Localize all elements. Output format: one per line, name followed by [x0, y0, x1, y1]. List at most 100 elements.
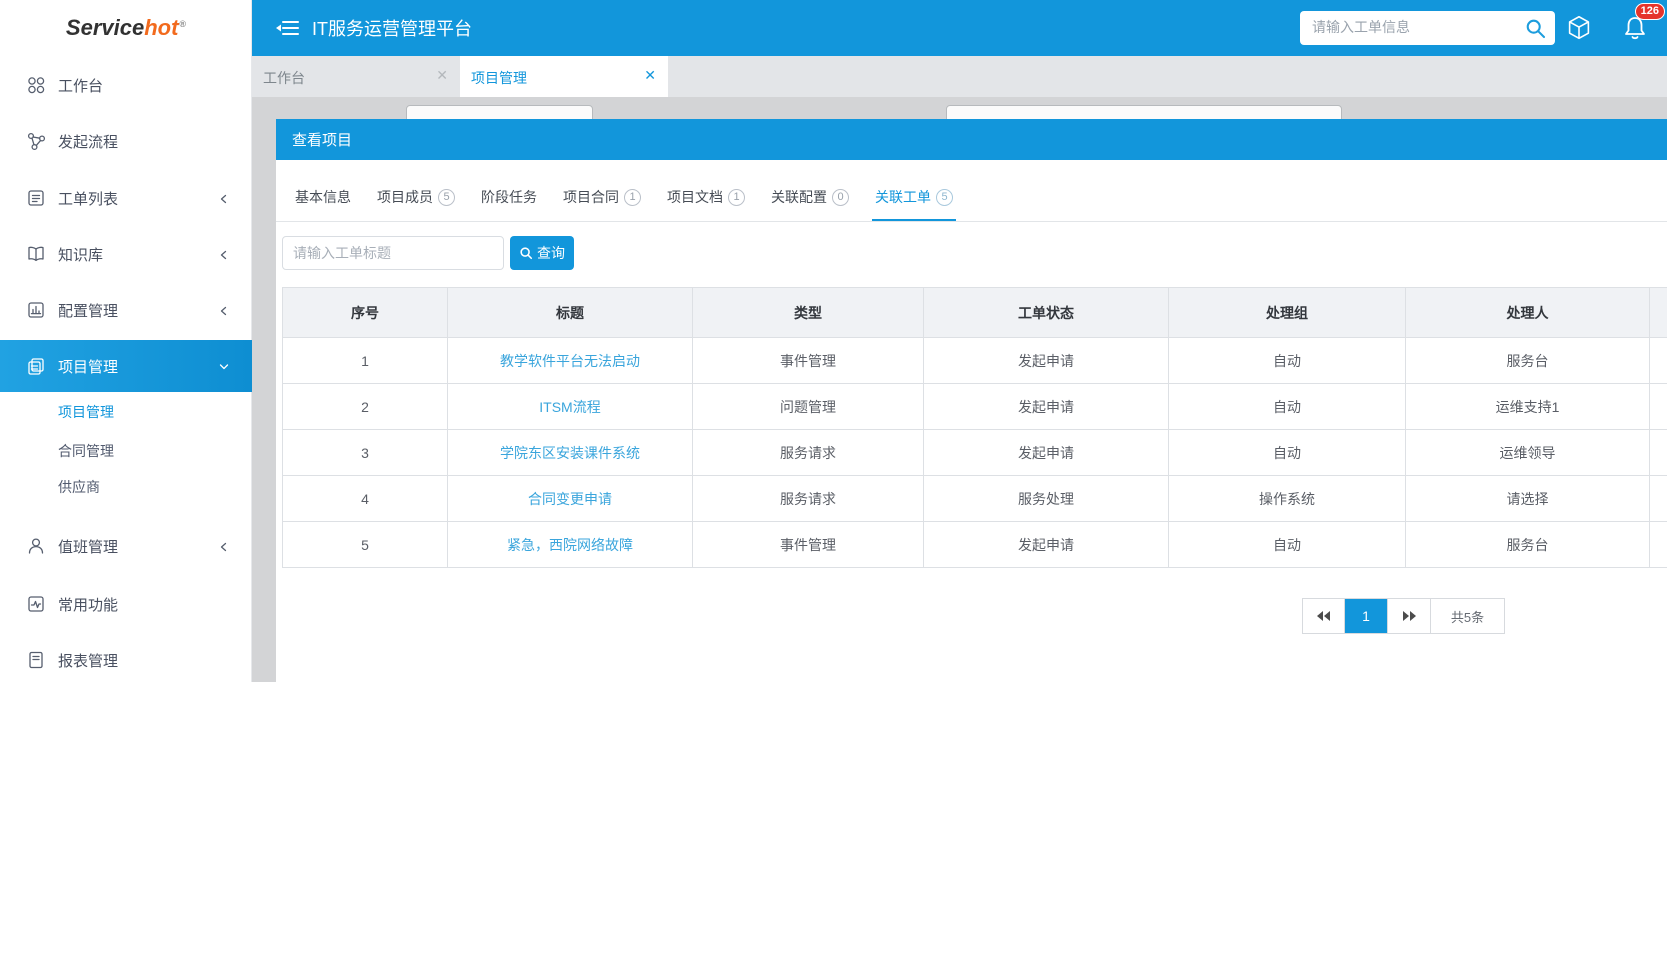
col-header-type: 类型 [693, 288, 924, 338]
close-icon[interactable]: ✕ [436, 67, 448, 84]
sidebar-item-ticket-list[interactable]: 工单列表 [0, 178, 252, 218]
col-header-handler: 处理人 [1406, 288, 1650, 338]
tab-label: 项目成员 [377, 187, 433, 207]
pagination-first-button[interactable] [1302, 598, 1345, 634]
tab-count-badge: 1 [728, 189, 745, 206]
search-icon [519, 246, 533, 260]
search-icon[interactable] [1523, 16, 1547, 40]
cell-status: 发起申请 [924, 430, 1169, 476]
view-project-modal: 查看项目 基本信息 项目成员 5 阶段任务 项目合同 1 项目文档 1 [276, 119, 1667, 682]
tab-project-contracts[interactable]: 项目合同 1 [560, 187, 644, 221]
grid-icon [26, 75, 46, 95]
tab-label: 阶段任务 [481, 187, 537, 207]
sidebar-item-workbench[interactable]: 工作台 [0, 65, 252, 105]
tab-label: 项目文档 [667, 187, 723, 207]
close-icon[interactable]: ✕ [644, 67, 656, 84]
brand-logo: Servicehot® [0, 0, 252, 56]
documents-icon [26, 356, 46, 376]
tab-label: 关联配置 [771, 187, 827, 207]
cell-extra [1650, 338, 1667, 384]
pulse-icon [26, 594, 46, 614]
ticket-title-link[interactable]: 教学软件平台无法启动 [448, 338, 693, 384]
cell-index: 2 [283, 384, 448, 430]
window-tab-label: 项目管理 [471, 68, 527, 88]
cell-handler: 请选择 [1406, 476, 1650, 522]
tab-project-members[interactable]: 项目成员 5 [374, 187, 458, 221]
cell-handle-group: 自动 [1169, 430, 1406, 476]
window-tab-workbench[interactable]: 工作台 ✕ [252, 56, 460, 97]
sidebar-item-report-management[interactable]: 报表管理 [0, 640, 252, 680]
cell-extra [1650, 384, 1667, 430]
sidebar-subitem-contract-management[interactable]: 合同管理 [0, 433, 252, 469]
sidebar-subitem-project-management[interactable]: 项目管理 [0, 394, 252, 430]
col-header-extra [1650, 288, 1667, 338]
tab-related-tickets[interactable]: 关联工单 5 [872, 187, 956, 221]
sidebar-subitem-supplier[interactable]: 供应商 [0, 469, 252, 505]
sidebar-item-knowledge-base[interactable]: 知识库 [0, 234, 252, 274]
sidebar-item-start-flow[interactable]: 发起流程 [0, 121, 252, 161]
logo-text-service: Service [66, 15, 144, 40]
modal-tabs: 基本信息 项目成员 5 阶段任务 项目合同 1 项目文档 1 关联配置 0 [276, 160, 1667, 222]
cell-status: 服务处理 [924, 476, 1169, 522]
modal-header: 查看项目 [276, 119, 1667, 160]
sidebar-subitem-label: 项目管理 [58, 402, 114, 422]
sidebar-item-common-functions[interactable]: 常用功能 [0, 584, 252, 624]
cell-index: 4 [283, 476, 448, 522]
tab-count-badge: 5 [936, 189, 953, 206]
sidebar-subitem-label: 供应商 [58, 477, 100, 497]
cell-extra [1650, 476, 1667, 522]
topbar-search-input[interactable] [1312, 11, 1502, 43]
cube-icon[interactable] [1564, 13, 1594, 43]
chevron-left-icon [218, 192, 230, 204]
ticket-title-search [282, 236, 504, 270]
menu-fold-icon[interactable] [274, 16, 300, 40]
notification-badge: 126 [1635, 3, 1665, 20]
table-row: 5 紧急，西院网络故障 事件管理 发起申请 自动 服务台 [283, 522, 1667, 568]
cell-handle-group: 操作系统 [1169, 476, 1406, 522]
cell-index: 3 [283, 430, 448, 476]
sidebar-item-label: 值班管理 [58, 536, 118, 557]
tab-phase-tasks[interactable]: 阶段任务 [478, 187, 540, 221]
ticket-title-link[interactable]: 紧急，西院网络故障 [448, 522, 693, 568]
table-row: 1 教学软件平台无法启动 事件管理 发起申请 自动 服务台 [283, 338, 1667, 384]
pagination-last-button[interactable] [1388, 598, 1431, 634]
flow-icon [26, 131, 46, 151]
tab-related-config[interactable]: 关联配置 0 [768, 187, 852, 221]
sidebar-item-label: 知识库 [58, 244, 103, 265]
sidebar-item-project-management[interactable]: 项目管理 [0, 340, 252, 392]
sidebar-item-config-management[interactable]: 配置管理 [0, 290, 252, 330]
cell-extra [1650, 522, 1667, 568]
table-row: 4 合同变更申请 服务请求 服务处理 操作系统 请选择 [283, 476, 1667, 522]
tab-label: 基本信息 [295, 187, 351, 207]
pagination: 1 共5条 [1302, 598, 1505, 634]
cell-extra [1650, 430, 1667, 476]
app-title: IT服务运营管理平台 [312, 0, 472, 56]
sidebar-item-label: 工单列表 [58, 188, 118, 209]
tab-label: 项目合同 [563, 187, 619, 207]
chevron-left-icon [218, 248, 230, 260]
sidebar-item-duty-management[interactable]: 值班管理 [0, 526, 252, 566]
pagination-page-1[interactable]: 1 [1345, 598, 1388, 634]
table-header-row: 序号 标题 类型 工单状态 处理组 处理人 [283, 288, 1667, 338]
query-button-label: 查询 [537, 243, 565, 263]
ticket-list-icon [26, 188, 46, 208]
sidebar-item-label: 项目管理 [58, 356, 118, 377]
tab-basic-info[interactable]: 基本信息 [292, 187, 354, 221]
window-tabbar: 工作台 ✕ 项目管理 ✕ [252, 56, 1667, 97]
report-icon [26, 650, 46, 670]
chevron-left-icon [218, 540, 230, 552]
ticket-title-link[interactable]: 学院东区安装课件系统 [448, 430, 693, 476]
topbar-search [1300, 11, 1555, 45]
ticket-title-link[interactable]: ITSM流程 [448, 384, 693, 430]
chevron-down-icon [218, 360, 230, 372]
sidebar-item-label: 配置管理 [58, 300, 118, 321]
sidebar-item-label: 报表管理 [58, 650, 118, 671]
col-header-title: 标题 [448, 288, 693, 338]
cell-handler: 运维领导 [1406, 430, 1650, 476]
window-tab-project-management[interactable]: 项目管理 ✕ [460, 56, 668, 97]
query-button[interactable]: 查询 [510, 236, 574, 270]
ticket-title-link[interactable]: 合同变更申请 [448, 476, 693, 522]
ticket-title-search-input[interactable] [293, 237, 493, 269]
sidebar-item-label: 发起流程 [58, 131, 118, 152]
tab-project-documents[interactable]: 项目文档 1 [664, 187, 748, 221]
